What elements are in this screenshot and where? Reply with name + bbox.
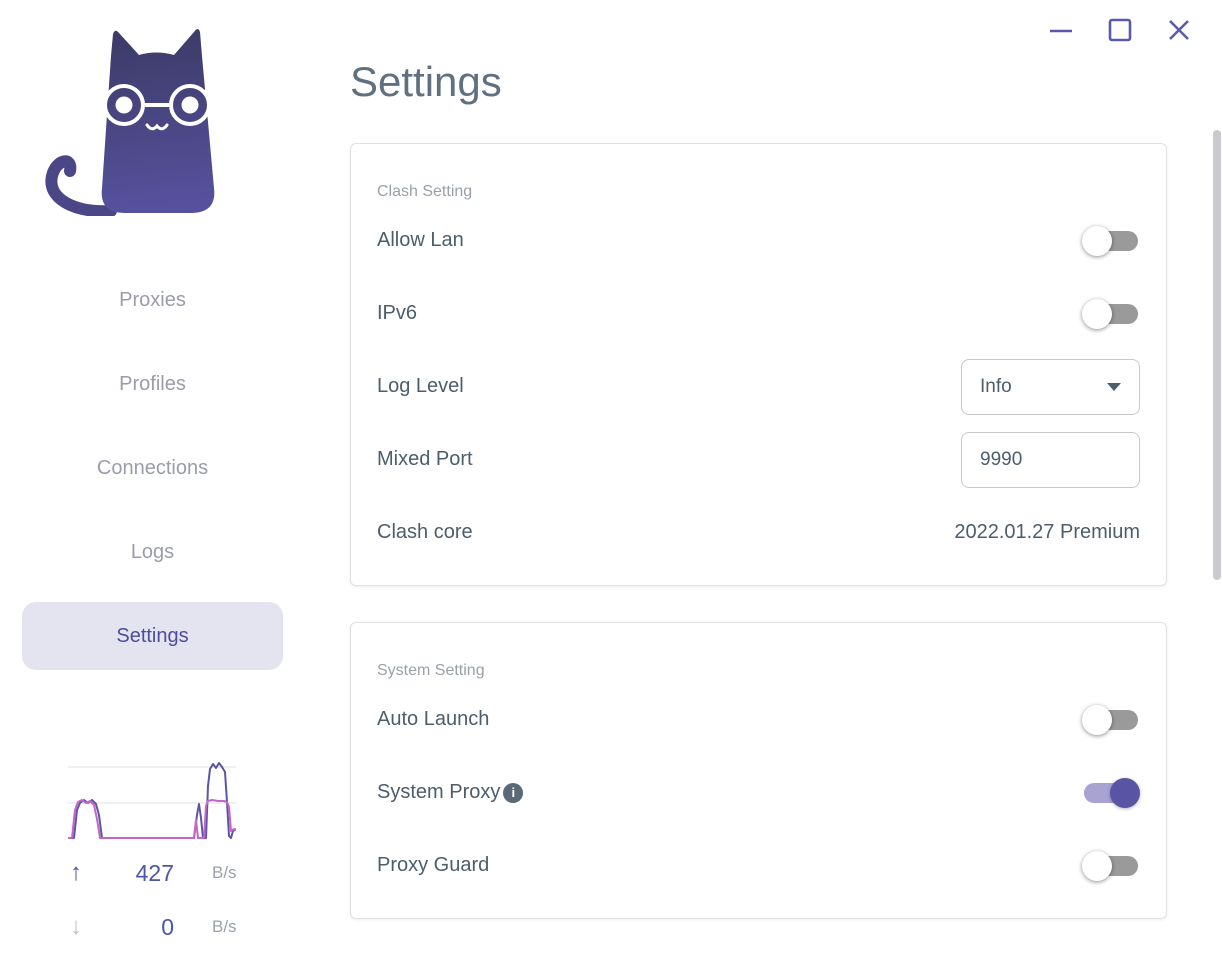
row-label-wrap: Clash core — [377, 521, 473, 544]
setting-row-log-level: Log Level Info — [377, 350, 1140, 423]
allow-lan-toggle[interactable] — [1082, 225, 1140, 257]
clash-cat-logo — [45, 29, 215, 216]
close-button[interactable] — [1164, 15, 1194, 45]
maximize-button[interactable] — [1105, 15, 1135, 45]
setting-row-mixed-port: Mixed Port — [377, 423, 1140, 496]
system-proxy-toggle[interactable] — [1082, 777, 1140, 809]
ipv6-toggle[interactable] — [1082, 298, 1140, 330]
traffic-line-download — [68, 799, 237, 839]
traffic-sparkline — [68, 758, 237, 845]
proxy-guard-toggle[interactable] — [1082, 850, 1140, 882]
row-label: Clash core — [377, 521, 473, 543]
sidebar-nav: Proxies Profiles Connections Logs Settings — [22, 266, 283, 686]
row-label-wrap: IPv6 — [377, 302, 417, 325]
mixed-port-input[interactable] — [980, 448, 1121, 471]
sidebar-item-settings[interactable]: Settings — [22, 602, 283, 670]
sidebar: Proxies Profiles Connections Logs Settings ↑… — [0, 0, 305, 956]
clash-core-value: 2022.01.27 Premium — [954, 521, 1140, 543]
upload-speed-row: ↑ 427 B/s — [70, 858, 242, 888]
toggle-knob — [1110, 777, 1140, 808]
row-label-wrap: Log Level — [377, 375, 464, 398]
mixed-port-input-box — [961, 431, 1140, 488]
setting-row-allow-lan: Allow Lan — [377, 204, 1140, 277]
toggle-knob — [1082, 704, 1112, 735]
row-label: IPv6 — [377, 302, 418, 324]
row-label: System Proxy — [377, 781, 501, 803]
up-arrow-icon: ↑ — [70, 859, 82, 886]
row-label-wrap: Proxy Guard — [377, 854, 489, 877]
card-clash-setting: Clash Setting Allow Lan IPv6 Log Level Info M… — [350, 143, 1167, 586]
maximize-icon — [1108, 18, 1132, 42]
setting-row-clash-core: Clash core 2022.01.27 Premium — [377, 496, 1140, 569]
row-label: Proxy Guard — [377, 854, 490, 876]
setting-row-auto-launch: Auto Launch — [377, 683, 1140, 756]
row-label: Auto Launch — [377, 708, 490, 730]
row-label-wrap: Auto Launch — [377, 708, 489, 731]
setting-row-system-proxy: System Proxy i — [377, 756, 1140, 829]
down-arrow-icon: ↓ — [70, 913, 82, 940]
chevron-down-icon — [1107, 382, 1121, 391]
download-speed-value: 0 — [161, 913, 174, 940]
close-icon — [1169, 20, 1189, 40]
row-label: Mixed Port — [377, 448, 473, 470]
log-level-select[interactable]: Info — [961, 358, 1140, 415]
auto-launch-toggle[interactable] — [1082, 704, 1140, 736]
card-system-setting: System Setting Auto Launch System Proxy i Pr… — [350, 622, 1167, 919]
download-speed-unit: B/s — [212, 917, 237, 936]
cat-tail — [45, 155, 117, 216]
card-header: Clash Setting — [377, 183, 473, 200]
info-icon[interactable]: i — [503, 782, 524, 803]
minimize-button[interactable] — [1046, 15, 1076, 45]
select-value: Info — [980, 375, 1012, 397]
row-label-wrap: Mixed Port — [377, 448, 473, 471]
row-label-wrap: System Proxy i — [377, 781, 524, 804]
sidebar-item-logs[interactable]: Logs — [22, 518, 283, 586]
settings-cards: Clash Setting Allow Lan IPv6 Log Level Info M… — [350, 143, 1167, 955]
left-eye — [115, 96, 133, 114]
upload-speed-value: 427 — [135, 859, 174, 886]
card-header: System Setting — [377, 662, 485, 679]
row-label: Allow Lan — [377, 229, 464, 251]
row-label: Log Level — [377, 375, 464, 397]
toggle-knob — [1082, 225, 1112, 256]
traffic-panel: ↑ 427 B/s ↓ 0 B/s — [0, 752, 305, 956]
setting-row-ipv6: IPv6 — [377, 277, 1140, 350]
setting-row-proxy-guard: Proxy Guard — [377, 829, 1140, 902]
toggle-knob — [1082, 298, 1112, 329]
scrollbar-thumb[interactable] — [1213, 130, 1221, 580]
minimize-icon — [1050, 29, 1072, 33]
upload-speed-unit: B/s — [212, 863, 237, 882]
sidebar-item-connections[interactable]: Connections — [22, 434, 283, 502]
page-title: Settings — [350, 58, 502, 105]
window-controls — [1046, 15, 1194, 45]
sidebar-item-proxies[interactable]: Proxies — [22, 266, 283, 334]
sidebar-item-profiles[interactable]: Profiles — [22, 350, 283, 418]
download-speed-row: ↓ 0 B/s — [70, 912, 242, 942]
right-eye — [181, 96, 199, 114]
toggle-knob — [1082, 850, 1112, 881]
row-label-wrap: Allow Lan — [377, 229, 464, 252]
